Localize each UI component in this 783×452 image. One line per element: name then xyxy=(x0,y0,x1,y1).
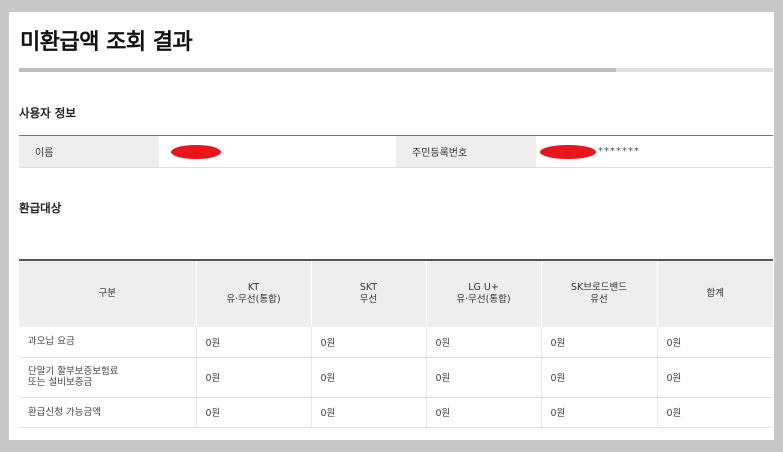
table-cell: 0원 xyxy=(310,397,426,428)
row-label: 환급신청 가능금액 xyxy=(19,397,196,428)
table-cell: 0원 xyxy=(425,357,541,398)
table-header-row: 구분 KT 유·무선(통합) SKT 무선 LG U+ 유·무선(통합) SK브로드밴… xyxy=(19,259,773,327)
col-header-skt: SKT 무선 xyxy=(310,259,426,327)
table-cell: 0원 xyxy=(540,357,657,398)
table-cell: 0원 xyxy=(540,397,657,428)
col-header-kt: KT 유·무선(통합) xyxy=(195,259,311,327)
table-row: 환급신청 가능금액 0원 0원 0원 0원 0원 xyxy=(19,397,773,428)
table-cell: 0원 xyxy=(540,327,657,358)
row-label: 과오납 요금 xyxy=(19,327,196,358)
table-cell: 0원 xyxy=(656,327,773,358)
table-cell: 0원 xyxy=(195,397,311,428)
name-label: 이름 xyxy=(19,136,159,167)
user-info-table: 이름 주민등록번호 ******* xyxy=(19,135,773,168)
col-header-lgu: LG U+ 유·무선(통합) xyxy=(425,259,541,327)
col-header-skb: SK브로드밴드 유선 xyxy=(540,259,657,327)
rrn-label: 주민등록번호 xyxy=(396,136,536,167)
table-cell: 0원 xyxy=(310,357,426,398)
col-header-category: 구분 xyxy=(19,259,196,327)
result-panel: 미환급액 조회 결과 사용자 정보 이름 주민등록번호 ******* 환급대상… xyxy=(9,12,774,440)
table-row: 과오납 요금 0원 0원 0원 0원 0원 xyxy=(19,327,773,358)
table-cell: 0원 xyxy=(656,357,773,398)
table-cell: 0원 xyxy=(656,397,773,428)
name-redaction xyxy=(171,145,221,159)
table-cell: 0원 xyxy=(425,327,541,358)
rrn-masked-text: ******* xyxy=(598,146,640,157)
table-cell: 0원 xyxy=(425,397,541,428)
table-row: 단말기 할부보증보험료 또는 설비보증금 0원 0원 0원 0원 0원 xyxy=(19,357,773,398)
page-title: 미환급액 조회 결과 xyxy=(20,30,193,55)
name-value xyxy=(159,136,396,167)
col-header-total: 합계 xyxy=(656,259,773,327)
refund-section-title: 환급대상 xyxy=(19,201,62,215)
rrn-redaction xyxy=(540,145,596,159)
refund-table: 구분 KT 유·무선(통합) SKT 무선 LG U+ 유·무선(통합) SK브로드밴… xyxy=(19,259,773,428)
title-underline xyxy=(19,68,773,72)
table-cell: 0원 xyxy=(195,327,311,358)
rrn-value: ******* xyxy=(536,136,773,167)
user-info-section-title: 사용자 정보 xyxy=(19,106,76,120)
table-cell: 0원 xyxy=(310,327,426,358)
title-underline-fill xyxy=(19,68,616,72)
row-label: 단말기 할부보증보험료 또는 설비보증금 xyxy=(19,357,196,398)
table-cell: 0원 xyxy=(195,357,311,398)
